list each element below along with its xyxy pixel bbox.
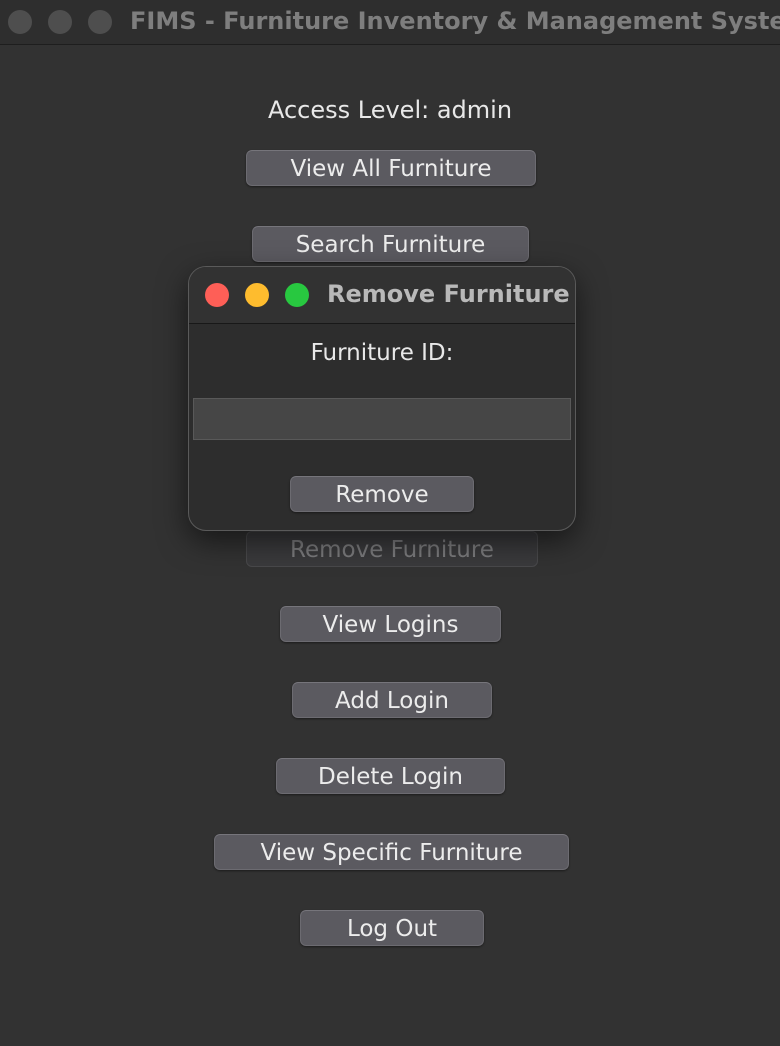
remove-furniture-dialog: Remove Furniture Furniture ID: Remove — [188, 266, 576, 531]
remove-submit-button[interactable]: Remove — [290, 476, 474, 512]
furniture-id-label: Furniture ID: — [310, 340, 454, 366]
remove-furniture-button[interactable]: Remove Furniture — [246, 531, 538, 567]
close-window-button[interactable] — [8, 10, 32, 34]
delete-login-button[interactable]: Delete Login — [276, 758, 505, 794]
dialog-zoom-button[interactable] — [285, 283, 309, 307]
view-all-furniture-button[interactable]: View All Furniture — [246, 150, 536, 186]
main-titlebar: FIMS - Furniture Inventory & Management … — [0, 0, 780, 45]
log-out-button[interactable]: Log Out — [300, 910, 484, 946]
view-specific-furniture-button[interactable]: View Specific Furniture — [214, 834, 569, 870]
dialog-close-button[interactable] — [205, 283, 229, 307]
window-title: FIMS - Furniture Inventory & Management … — [130, 7, 780, 35]
minimize-window-button[interactable] — [48, 10, 72, 34]
search-furniture-button[interactable]: Search Furniture — [252, 226, 529, 262]
add-login-button[interactable]: Add Login — [292, 682, 492, 718]
furniture-id-input[interactable] — [193, 398, 571, 440]
dialog-titlebar: Remove Furniture — [189, 267, 575, 324]
dialog-minimize-button[interactable] — [245, 283, 269, 307]
access-level-label: Access Level: admin — [267, 96, 513, 124]
zoom-window-button[interactable] — [88, 10, 112, 34]
view-logins-button[interactable]: View Logins — [280, 606, 501, 642]
dialog-title: Remove Furniture — [327, 280, 570, 308]
